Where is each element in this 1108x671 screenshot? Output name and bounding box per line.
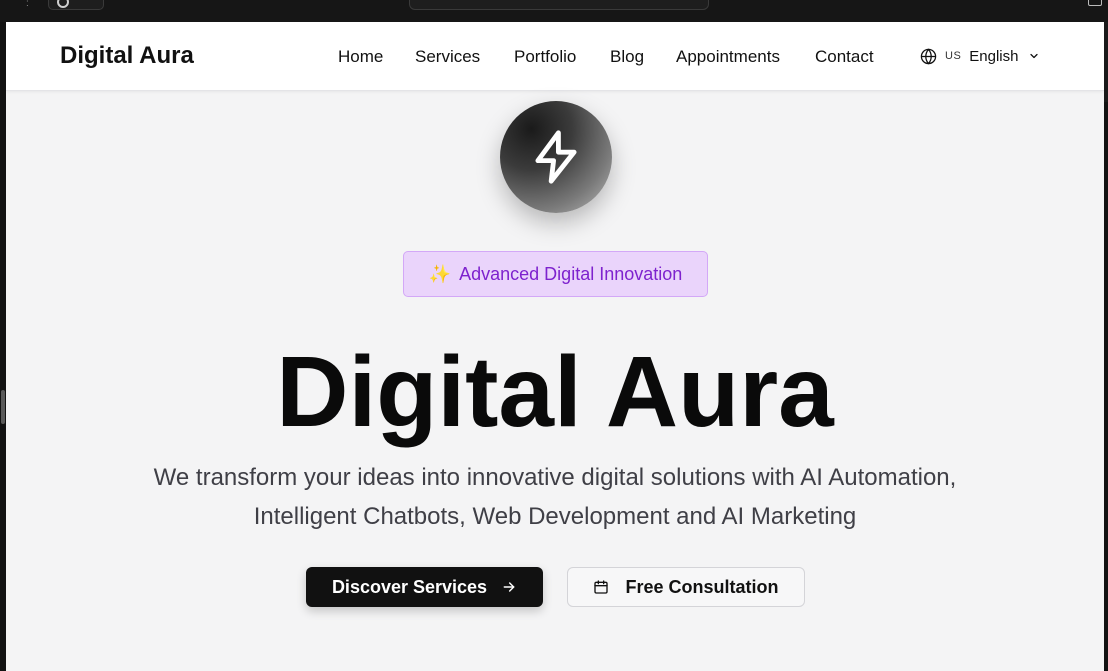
- language-code: US: [945, 50, 962, 62]
- hero-title: Digital Aura: [276, 336, 834, 448]
- language-selector[interactable]: US English: [920, 46, 1040, 66]
- hero-subtitle-line-1: We transform your ideas into innovative …: [153, 464, 957, 491]
- innovation-badge: ✨ Advanced Digital Innovation: [403, 251, 708, 297]
- sidebar-resize-handle[interactable]: [1, 390, 5, 424]
- os-top-bar: :: [0, 0, 1108, 22]
- lightning-bolt-icon: [535, 130, 577, 184]
- free-consultation-label: Free Consultation: [625, 576, 779, 597]
- browser-viewport: Digital Aura Home Services Portfolio Blo…: [6, 22, 1104, 671]
- nav-blog[interactable]: Blog: [610, 47, 644, 67]
- scrollbar-edge: [1104, 22, 1108, 102]
- profile-icon: [57, 0, 69, 8]
- sparkles-icon: ✨: [428, 263, 452, 284]
- free-consultation-button[interactable]: Free Consultation: [567, 567, 805, 607]
- badge-text: Advanced Digital Innovation: [459, 263, 683, 284]
- discover-services-label: Discover Services: [331, 576, 488, 597]
- profile-pill[interactable]: [48, 0, 104, 10]
- hero-lightning-badge: [500, 101, 612, 213]
- chevron-down-icon: [1030, 53, 1039, 59]
- site-header: Digital Aura Home Services Portfolio Blo…: [6, 22, 1104, 91]
- os-indicator: :: [26, 0, 29, 9]
- arrow-right-icon: [503, 582, 515, 592]
- nav-home[interactable]: Home: [338, 47, 383, 67]
- discover-services-button[interactable]: Discover Services: [306, 567, 543, 607]
- nav-services[interactable]: Services: [415, 47, 480, 67]
- site-logo[interactable]: Digital Aura: [60, 42, 194, 70]
- address-bar[interactable]: [409, 0, 709, 10]
- calendar-icon: [594, 580, 609, 594]
- nav-appointments[interactable]: Appointments: [676, 47, 780, 67]
- nav-portfolio[interactable]: Portfolio: [514, 47, 576, 67]
- language-label: English: [969, 47, 1019, 65]
- globe-icon: [920, 47, 937, 65]
- hero-subtitle-line-2: Intelligent Chatbots, Web Development an…: [253, 503, 857, 530]
- hero-subtitle: We transform your ideas into innovative …: [105, 458, 1005, 536]
- window-icon[interactable]: [1088, 0, 1102, 6]
- nav-contact[interactable]: Contact: [815, 47, 874, 67]
